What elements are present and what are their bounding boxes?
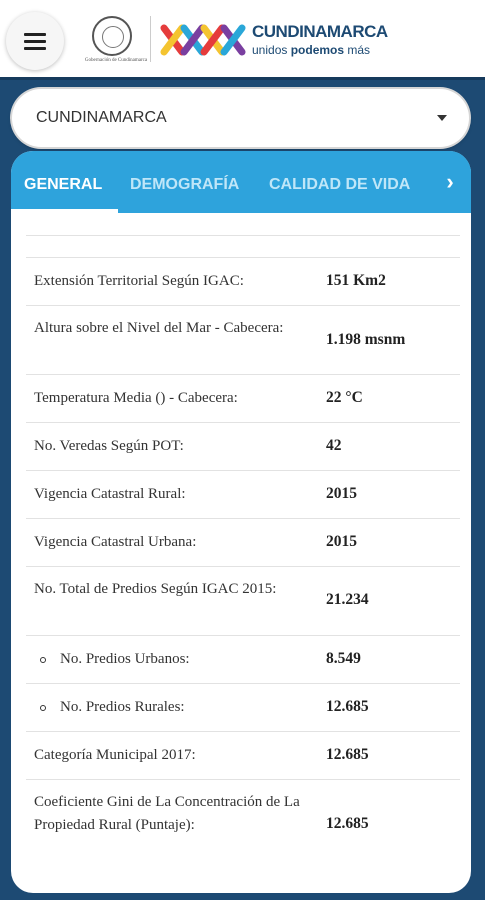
info-card: GENERAL DEMOGRAFÍA CALIDAD DE VIDA › Ext… [11, 151, 471, 893]
table-row: No. Predios Rurales: 12.685 [26, 683, 460, 731]
table-row: Temperatura Media () - Cabecera: 22 °C [26, 374, 460, 422]
tab-calidad-de-vida[interactable]: CALIDAD DE VIDA [269, 176, 410, 194]
row-value: 21.234 [326, 591, 369, 608]
row-label: Altura sobre el Nivel del Mar - Cabecera… [34, 320, 284, 336]
row-label: No. Veredas Según POT: [34, 438, 184, 454]
row-label: Vigencia Catastral Urbana: [34, 534, 197, 550]
row-value: 12.685 [326, 746, 369, 763]
menu-button[interactable] [6, 12, 64, 70]
tab-demografia[interactable]: DEMOGRAFÍA [130, 176, 239, 194]
table-row: Categoría Municipal 2017: 12.685 [26, 731, 460, 779]
bullet-icon [40, 705, 46, 711]
table-row: No. Predios Urbanos: 8.549 [26, 635, 460, 683]
row-value: 12.685 [326, 698, 369, 715]
table-row: No. Veredas Según POT: 42 [26, 422, 460, 470]
row-label: Coeficiente Gini de La Concentración de … [34, 794, 300, 833]
brand-name: CUNDINAMARCA [252, 22, 388, 41]
row-value: 151 Km2 [326, 272, 386, 289]
table-row: Altura sobre el Nivel del Mar - Cabecera… [26, 305, 460, 374]
logo-x-icon [160, 24, 246, 56]
row-value: 42 [326, 437, 342, 454]
table-top-divider [26, 235, 460, 236]
seal-caption: Gobernación de Cundinamarca [84, 58, 148, 63]
row-value: 8.549 [326, 650, 361, 667]
menu-icon [24, 31, 46, 52]
tab-bar: GENERAL DEMOGRAFÍA CALIDAD DE VIDA › [11, 151, 471, 213]
table-row: Coeficiente Gini de La Concentración de … [26, 779, 460, 871]
row-label: Vigencia Catastral Rural: [34, 486, 186, 502]
row-label: No. Total de Predios Según IGAC 2015: [34, 581, 277, 597]
tab-general[interactable]: GENERAL [24, 176, 102, 194]
bullet-icon [40, 657, 46, 663]
tab-scroll-next-button[interactable]: › [429, 151, 471, 213]
row-label: No. Predios Urbanos: [60, 651, 190, 667]
row-value: 12.685 [326, 815, 369, 832]
table-row: No. Total de Predios Según IGAC 2015: 21… [26, 566, 460, 635]
chevron-right-icon: › [446, 169, 454, 194]
row-value: 2015 [326, 533, 357, 550]
table-row: Vigencia Catastral Urbana: 2015 [26, 518, 460, 566]
header-divider [150, 16, 151, 62]
brand-tag-pre: unidos [252, 43, 291, 57]
brand-tag-post: más [344, 43, 371, 57]
row-value: 2015 [326, 485, 357, 502]
brand-tag-bold: podemos [290, 43, 345, 57]
row-label: Temperatura Media () - Cabecera: [34, 390, 238, 406]
municipality-select[interactable]: CUNDINAMARCA [12, 89, 469, 147]
row-label: No. Predios Rurales: [60, 699, 185, 715]
table-row: Extensión Territorial Según IGAC: 151 Km… [26, 257, 460, 305]
row-value: 1.198 msnm [326, 331, 406, 348]
municipality-select-value: CUNDINAMARCA [36, 109, 167, 126]
coat-of-arms-icon [92, 16, 132, 56]
row-label: Categoría Municipal 2017: [34, 747, 196, 763]
table-row: Vigencia Catastral Rural: 2015 [26, 470, 460, 518]
active-tab-indicator [11, 209, 118, 213]
app-header: Gobernación de Cundinamarca CUNDINAMARCA… [0, 0, 485, 80]
caret-down-icon [437, 115, 447, 121]
row-value: 22 °C [326, 389, 363, 406]
brand-tagline: unidos podemos más [252, 43, 370, 57]
row-label: Extensión Territorial Según IGAC: [34, 273, 244, 289]
